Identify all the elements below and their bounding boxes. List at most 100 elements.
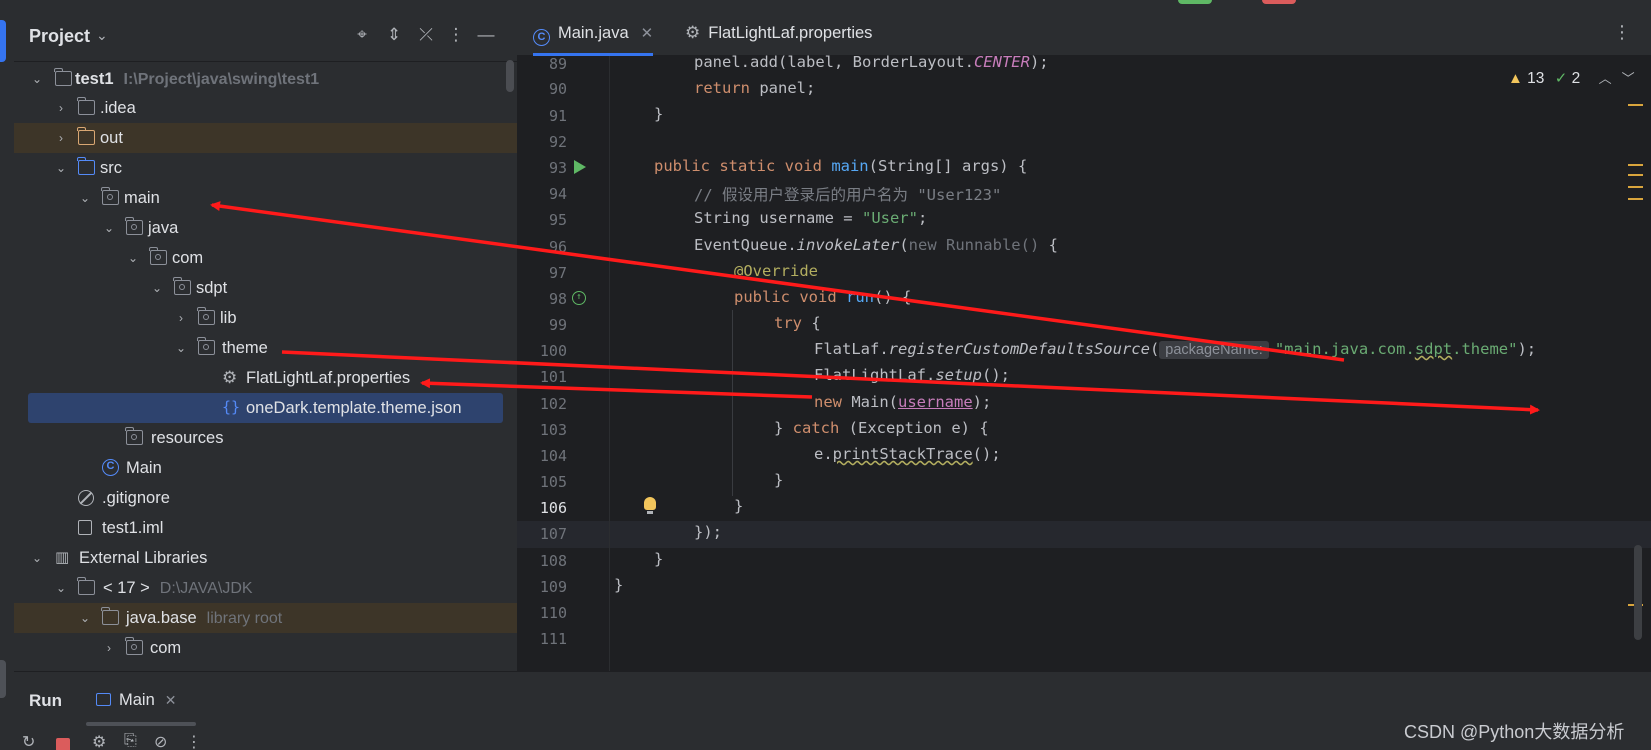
- tab-main-java[interactable]: C Main.java ✕: [533, 10, 654, 56]
- close-icon[interactable]: ✕: [165, 692, 177, 708]
- more-options-icon[interactable]: ⋮: [1613, 22, 1631, 43]
- tree-item-idea[interactable]: › .idea: [14, 93, 517, 123]
- run-tab-main[interactable]: Main ✕: [96, 691, 177, 710]
- more-options-icon[interactable]: ⋮: [445, 24, 467, 46]
- code-line: String username = "User";: [694, 209, 928, 227]
- gear-icon: ⚙: [685, 23, 701, 42]
- tree-item-out[interactable]: › out: [14, 123, 517, 153]
- line-number: 91: [548, 107, 567, 125]
- project-scrollbar[interactable]: [506, 60, 514, 92]
- tree-item-main[interactable]: ⌄ main: [14, 183, 517, 213]
- code-line: }: [654, 550, 664, 568]
- code-line: EventQueue.invokeLater(new Runnable() {: [694, 236, 1058, 254]
- code-line: FlatLaf.registerCustomDefaultsSource(pac…: [814, 340, 1537, 359]
- tree-item-label: oneDark.template.theme.json: [246, 399, 462, 417]
- stripe-mark[interactable]: [1628, 186, 1643, 188]
- project-tool-button[interactable]: [0, 20, 6, 62]
- line-number: 95: [548, 211, 567, 229]
- editor-scrollbar[interactable]: [1634, 545, 1642, 640]
- tree-item-gitignore[interactable]: .gitignore: [14, 483, 517, 513]
- hide-panel-icon[interactable]: —: [475, 24, 497, 46]
- chevron-right-icon[interactable]: ›: [174, 303, 188, 333]
- chevron-down-icon[interactable]: ⌄: [54, 153, 68, 183]
- tree-item-jdk[interactable]: ⌄ < 17 > D:\JAVA\JDK: [14, 573, 517, 603]
- override-gutter-icon[interactable]: ↑: [572, 291, 586, 305]
- folder-icon: [77, 97, 95, 115]
- stripe-mark[interactable]: [1628, 104, 1643, 106]
- chevron-right-icon[interactable]: ›: [54, 93, 68, 123]
- tree-item-lib[interactable]: › lib: [14, 303, 517, 333]
- stripe-mark[interactable]: [1628, 174, 1643, 176]
- chevron-down-icon[interactable]: ⌄: [78, 183, 92, 213]
- chevron-down-icon[interactable]: ⌄: [174, 333, 188, 363]
- tree-item-resources[interactable]: resources: [14, 423, 517, 453]
- chevron-down-icon[interactable]: ⌄: [54, 573, 68, 603]
- tree-item-flatlightlaf-properties[interactable]: ⚙ FlatLightLaf.properties: [14, 363, 517, 393]
- chevron-down-icon[interactable]: ⌄: [30, 543, 44, 573]
- stripe-mark[interactable]: [1628, 198, 1643, 200]
- tree-item-label: Main: [126, 459, 162, 477]
- code-line: // 假设用户登录后的用户名为 "User123": [694, 186, 1002, 204]
- chevron-down-icon[interactable]: ⌄: [78, 603, 92, 633]
- line-number-current: 106: [539, 499, 567, 517]
- tree-item-com[interactable]: ⌄ com: [14, 243, 517, 273]
- more-options-icon[interactable]: ⋮: [186, 732, 202, 750]
- run-panel-title[interactable]: Run: [29, 691, 62, 711]
- package-icon: [197, 307, 215, 325]
- tree-item-test1-iml[interactable]: test1.iml: [14, 513, 517, 543]
- nav-arrows-icon[interactable]: ︿﹀: [1599, 71, 1645, 86]
- project-panel-title[interactable]: Project: [29, 26, 90, 47]
- tab-label: Main.java: [558, 24, 629, 42]
- expand-all-icon[interactable]: ⇕: [383, 24, 405, 46]
- stop-icon[interactable]: [56, 738, 70, 750]
- chevron-right-icon[interactable]: ›: [54, 123, 68, 153]
- restore-layout-icon[interactable]: ⎘: [124, 732, 137, 750]
- tree-item-main-class[interactable]: C Main: [14, 453, 517, 483]
- tree-item-test1[interactable]: ⌄ test1 I:\Project\java\swing\test1: [14, 64, 517, 94]
- package-icon: [173, 277, 191, 295]
- settings-icon[interactable]: ⚙: [92, 732, 106, 750]
- package-icon: [125, 427, 143, 445]
- code-line: FlatLightLaf.setup();: [814, 366, 1010, 384]
- window-control-red[interactable]: [1262, 0, 1296, 4]
- tree-item-java-base[interactable]: ⌄ java.base library root: [14, 603, 517, 633]
- line-number: 97: [548, 264, 567, 282]
- inspection-widget[interactable]: ▲ 13 ✓ 2 ︿﹀: [1508, 68, 1645, 90]
- tree-item-label: < 17 >: [103, 579, 150, 597]
- tree-item-onedark-json[interactable]: {} oneDark.template.theme.json: [14, 393, 517, 423]
- tree-item-java[interactable]: ⌄ java: [14, 213, 517, 243]
- run-tool-button[interactable]: [0, 660, 6, 698]
- chevron-down-icon[interactable]: ⌄: [150, 273, 164, 303]
- tree-item-src[interactable]: ⌄ src: [14, 153, 517, 183]
- tree-item-label: sdpt: [196, 279, 228, 297]
- code-line: }: [774, 471, 784, 489]
- lightbulb-icon[interactable]: [644, 497, 656, 514]
- tree-item-label: java.base: [126, 609, 197, 627]
- collapse-all-icon[interactable]: ⤫: [415, 24, 437, 46]
- path-hint: D:\JAVA\JDK: [159, 580, 253, 597]
- chevron-down-icon[interactable]: ⌄: [126, 243, 140, 273]
- attach-debugger-icon[interactable]: ⊘: [154, 732, 167, 750]
- code-area[interactable]: 89 90 91 92 93 94 95 96 97 98 99 100 101…: [517, 53, 1651, 671]
- json-file-icon: {}: [222, 398, 241, 416]
- rerun-icon[interactable]: ↻: [22, 732, 35, 750]
- window-control-green[interactable]: [1178, 0, 1212, 4]
- tab-flatlightlaf-properties[interactable]: ⚙ FlatLightLaf.properties: [685, 10, 872, 56]
- tree-item-external-libraries[interactable]: ⌄ ▥ External Libraries: [14, 543, 517, 573]
- chevron-down-icon[interactable]: ⌄: [30, 64, 44, 94]
- tree-item-label: test1.iml: [102, 519, 164, 537]
- tree-item-label: main: [124, 189, 160, 207]
- chevron-down-icon[interactable]: ⌄: [102, 213, 116, 243]
- package-icon: [149, 247, 167, 265]
- tree-item-sdpt[interactable]: ⌄ sdpt: [14, 273, 517, 303]
- chevron-down-icon[interactable]: ⌄: [96, 27, 108, 44]
- tree-item-com-lib[interactable]: › com: [14, 633, 517, 663]
- locate-icon[interactable]: ⌖: [351, 24, 373, 46]
- run-gutter-icon[interactable]: [574, 160, 586, 174]
- stripe-mark[interactable]: [1628, 164, 1643, 166]
- close-icon[interactable]: ✕: [641, 25, 654, 42]
- warning-count: 13: [1527, 70, 1545, 87]
- code-line: public static void main(String[] args) {: [654, 157, 1028, 175]
- chevron-right-icon[interactable]: ›: [102, 633, 116, 663]
- tree-item-theme[interactable]: ⌄ theme: [14, 333, 517, 363]
